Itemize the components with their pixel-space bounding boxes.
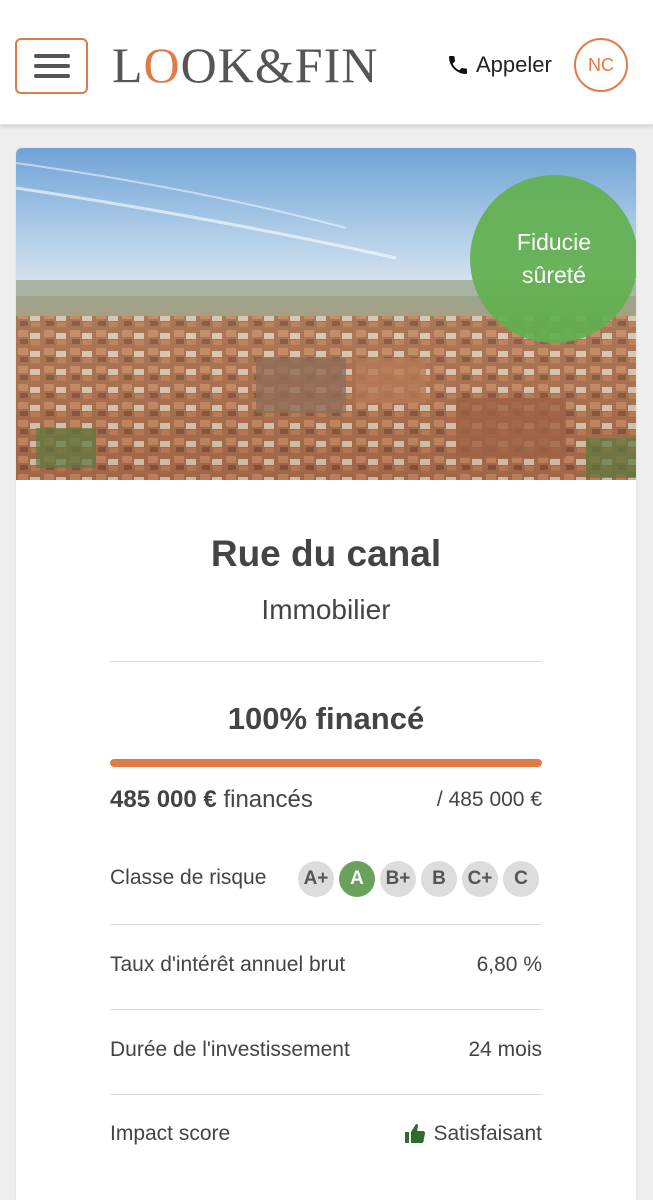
interest-rate-value: 6,80 % <box>476 953 542 976</box>
interest-rate-label: Taux d'intérêt annuel brut <box>110 953 346 976</box>
impact-score-text: Satisfaisant <box>433 1122 542 1145</box>
funded-amount-value: 485 000 € <box>110 786 217 813</box>
phone-icon <box>449 56 467 74</box>
risk-class-pill: B <box>421 861 457 897</box>
guarantee-badge: Fiducie sûreté <box>470 175 636 343</box>
risk-class-pill: A <box>339 861 375 897</box>
brand-logo[interactable]: LOOK&FIN <box>112 40 378 90</box>
impact-score-label: Impact score <box>110 1122 231 1145</box>
risk-class-pill: C <box>503 861 539 897</box>
badge-label: Fiducie sûreté <box>516 229 592 288</box>
target-amount: / 485 000 € <box>436 788 542 811</box>
risk-class-pill: A+ <box>298 861 334 897</box>
impact-score-value: Satisfaisant <box>403 1122 542 1146</box>
avatar-initials: NC <box>588 54 614 75</box>
user-avatar[interactable]: NC <box>574 38 628 92</box>
risk-class-pill: C+ <box>462 861 498 897</box>
duration-label: Durée de l'investissement <box>110 1038 350 1061</box>
divider <box>110 924 542 925</box>
menu-button[interactable] <box>15 38 88 94</box>
call-button[interactable]: Appeler <box>446 50 552 80</box>
risk-class-list: A+ A B+ B C+ C <box>298 861 539 897</box>
funding-progress-fill <box>110 759 542 767</box>
menu-bar-icon <box>34 64 70 68</box>
funding-progress-bar <box>110 759 542 767</box>
divider <box>110 1009 542 1010</box>
top-header: LOOK&FIN Appeler NC <box>0 0 653 125</box>
menu-bar-icon <box>34 54 70 58</box>
duration-value: 24 mois <box>468 1038 542 1061</box>
risk-class-pill: B+ <box>380 861 416 897</box>
menu-bar-icon <box>34 74 70 78</box>
thumbs-up-icon <box>405 1124 426 1144</box>
call-label: Appeler <box>476 52 552 77</box>
divider <box>110 661 542 662</box>
funded-percentage: 100% financé <box>227 701 425 736</box>
funded-amount-suffix: financés <box>216 786 313 813</box>
project-category: Immobilier <box>261 594 391 625</box>
risk-class-label: Classe de risque <box>110 866 267 889</box>
project-title: Rue du canal <box>210 533 442 574</box>
divider <box>110 1094 542 1095</box>
project-card[interactable]: Fiducie sûreté Rue du canal Immobilier 1… <box>16 148 636 1200</box>
funded-amount: 485 000 € financés <box>110 786 313 814</box>
